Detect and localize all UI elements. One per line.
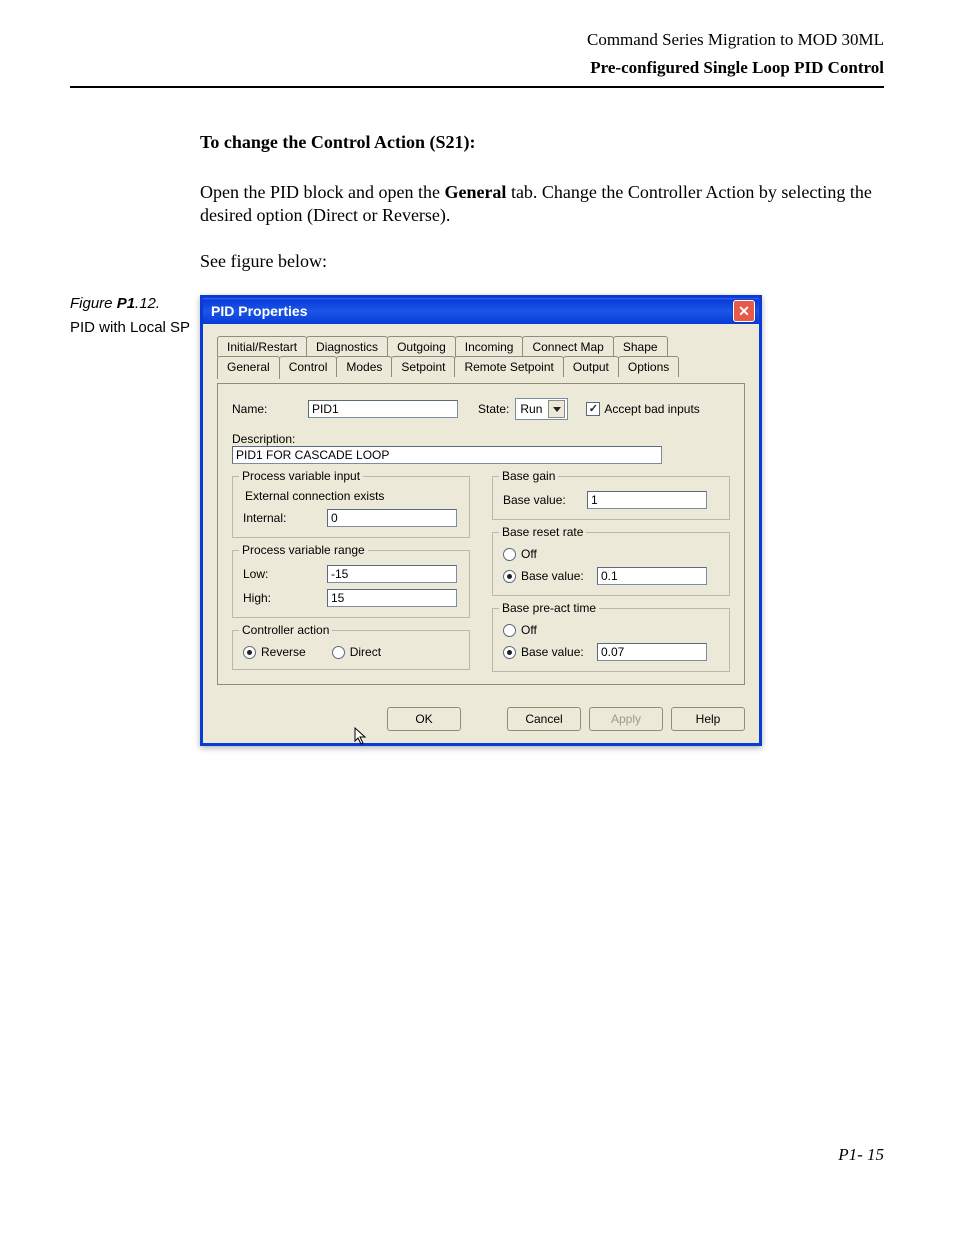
tab-general[interactable]: General [217,356,280,379]
figure-label-bold: P1 [117,295,135,312]
brr-off-radio[interactable] [503,548,516,561]
pid-properties-dialog: PID Properties ✕ Initial/Restart Diagnos… [200,295,762,746]
paragraph-1: Open the PID block and open the General … [200,181,884,228]
dropdown-arrow-icon [548,400,565,418]
tab-diagnostics[interactable]: Diagnostics [306,336,388,357]
base-preact-time-group: Base pre-act time Off Base value: [492,608,730,672]
page-header-subtitle: Pre-configured Single Loop PID Control [70,58,884,78]
state-value: Run [520,402,542,416]
bpt-legend: Base pre-act time [499,601,599,615]
bg-input[interactable] [587,491,707,509]
process-variable-range-group: Process variable range Low: High: [232,550,470,618]
figure-label-suffix: .12. [135,295,160,312]
tab-options[interactable]: Options [618,356,679,377]
state-label: State: [478,402,509,416]
header-rule [70,86,884,88]
brr-legend: Base reset rate [499,525,586,539]
bg-legend: Base gain [499,469,558,483]
help-button[interactable]: Help [671,707,745,731]
accept-bad-inputs-checkbox[interactable] [586,402,600,416]
tab-output[interactable]: Output [563,356,619,377]
base-gain-group: Base gain Base value: [492,476,730,520]
dialog-titlebar[interactable]: PID Properties ✕ [203,298,759,324]
apply-button[interactable]: Apply [589,707,663,731]
bg-label: Base value: [503,493,581,507]
page-number: P1- 15 [838,1145,884,1165]
pvr-legend: Process variable range [239,543,368,557]
bpt-off-label: Off [521,623,537,637]
close-button[interactable]: ✕ [733,300,755,322]
ok-button[interactable]: OK [387,707,461,731]
figure-caption: PID with Local SP [70,318,200,338]
accept-bad-inputs-label: Accept bad inputs [604,402,699,416]
tab-connect-map[interactable]: Connect Map [522,336,613,357]
description-input[interactable] [232,446,662,464]
brr-input[interactable] [597,567,707,585]
para1-part-a: Open the PID block and open the [200,182,444,202]
cancel-button[interactable]: Cancel [507,707,581,731]
bpt-off-radio[interactable] [503,624,516,637]
internal-label: Internal: [243,511,321,525]
tab-panel-general: Name: State: Run Accept bad inputs [217,383,745,685]
brr-off-label: Off [521,547,537,561]
tab-incoming[interactable]: Incoming [455,336,524,357]
high-label: High: [243,591,321,605]
direct-radio[interactable] [332,646,345,659]
low-label: Low: [243,567,321,581]
high-input[interactable] [327,589,457,607]
para1-bold: General [444,182,506,202]
description-label: Description: [232,432,302,446]
controller-action-group: Controller action Reverse Di [232,630,470,670]
close-icon: ✕ [738,303,750,320]
tab-strip: Initial/Restart Diagnostics Outgoing Inc… [217,336,745,377]
tab-shape[interactable]: Shape [613,336,668,357]
tab-initial-restart[interactable]: Initial/Restart [217,336,307,357]
figure-label: Figure P1.12. [70,295,200,312]
direct-label: Direct [350,645,381,659]
dialog-title: PID Properties [211,303,307,319]
reverse-label: Reverse [261,645,306,659]
paragraph-2: See figure below: [200,250,884,273]
bpt-value-radio[interactable] [503,646,516,659]
process-variable-input-group: Process variable input External connecti… [232,476,470,538]
bpt-value-label: Base value: [521,645,591,659]
figure-label-prefix: Figure [70,295,117,312]
tab-control[interactable]: Control [279,356,338,377]
name-input[interactable] [308,400,458,418]
section-heading: To change the Control Action (S21): [200,132,884,153]
tab-remote-setpoint[interactable]: Remote Setpoint [454,356,563,377]
brr-value-label: Base value: [521,569,591,583]
low-input[interactable] [327,565,457,583]
tab-setpoint[interactable]: Setpoint [391,356,455,377]
pvi-subtext: External connection exists [245,489,459,503]
reverse-radio[interactable] [243,646,256,659]
ca-legend: Controller action [239,623,332,637]
bpt-input[interactable] [597,643,707,661]
internal-input[interactable] [327,509,457,527]
brr-value-radio[interactable] [503,570,516,583]
pvi-legend: Process variable input [239,469,363,483]
base-reset-rate-group: Base reset rate Off Base value: [492,532,730,596]
name-label: Name: [232,402,302,416]
tab-outgoing[interactable]: Outgoing [387,336,456,357]
tab-modes[interactable]: Modes [336,356,392,377]
page-header-title: Command Series Migration to MOD 30ML [70,30,884,50]
state-select[interactable]: Run [515,398,568,420]
